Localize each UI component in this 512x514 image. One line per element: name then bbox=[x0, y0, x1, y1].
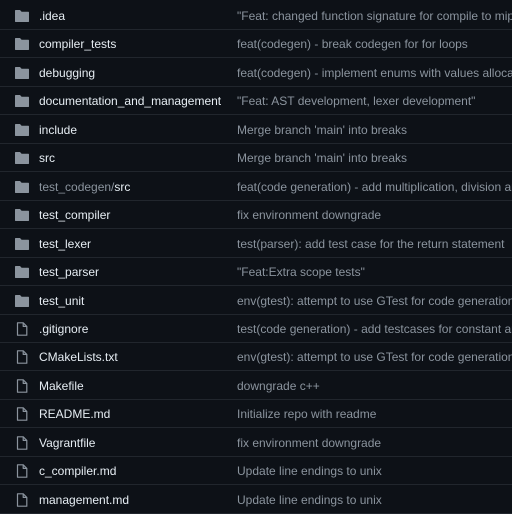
commit-message-link[interactable]: env(gtest): attempt to use GTest for cod… bbox=[237, 343, 512, 371]
folder-row[interactable]: debugging feat(codegen) - implement enums… bbox=[0, 59, 512, 87]
commit-message-link[interactable]: "Feat: AST development, lexer developmen… bbox=[237, 87, 512, 115]
folder-row[interactable]: compiler_tests feat(codegen) - break code… bbox=[0, 30, 512, 59]
file-name-link[interactable]: Makefile bbox=[39, 372, 84, 400]
folder-row[interactable]: test_parser "Feat:Extra scope tests" bbox=[0, 258, 512, 287]
file-row[interactable]: Makefile downgrade c++ bbox=[0, 372, 512, 400]
folder-row[interactable]: test_unit env(gtest): attempt to use GTes… bbox=[0, 287, 512, 315]
folder-icon bbox=[14, 208, 30, 222]
commit-message-link[interactable]: "Feat:Extra scope tests" bbox=[237, 258, 512, 286]
file-name-text: src bbox=[114, 179, 131, 194]
file-icon bbox=[14, 492, 30, 507]
folder-row[interactable]: documentation_and_management "Feat: AST d… bbox=[0, 87, 512, 116]
file-row[interactable]: c_compiler.md Update line endings to unix bbox=[0, 457, 512, 486]
file-name-prefix: test_codegen/ bbox=[39, 179, 115, 194]
file-row[interactable]: CMakeLists.txt env(gtest): attempt to use… bbox=[0, 343, 512, 372]
commit-message-link[interactable]: Merge branch 'main' into breaks bbox=[237, 116, 512, 144]
folder-icon bbox=[14, 123, 30, 137]
commit-message-link[interactable]: Update line endings to unix bbox=[237, 486, 512, 514]
file-row[interactable]: management.md Update line endings to unix bbox=[0, 486, 512, 514]
folder-icon bbox=[14, 151, 30, 165]
commit-message-link[interactable]: feat(code generation) - add multiplicati… bbox=[237, 173, 512, 201]
commit-message-link[interactable]: feat(codegen) - break codegen for for lo… bbox=[237, 30, 512, 58]
file-list: .idea "Feat: changed function signature f… bbox=[0, 0, 512, 514]
folder-icon bbox=[14, 294, 30, 308]
commit-message-link[interactable]: Merge branch 'main' into breaks bbox=[237, 144, 512, 172]
file-icon bbox=[14, 407, 30, 422]
commit-message-link[interactable]: downgrade c++ bbox=[237, 372, 512, 400]
file-icon bbox=[14, 464, 30, 478]
file-row[interactable]: README.md Initialize repo with readme bbox=[0, 400, 512, 429]
commit-message-link[interactable]: fix environment downgrade bbox=[237, 201, 512, 229]
file-icon bbox=[14, 435, 30, 450]
file-name-link[interactable]: include bbox=[39, 116, 77, 144]
folder-icon bbox=[14, 37, 30, 51]
commit-message-link[interactable]: test(code generation) - add testcases fo… bbox=[237, 315, 512, 343]
file-name-link[interactable]: .gitignore bbox=[39, 315, 88, 343]
commit-message-link[interactable]: Update line endings to unix bbox=[237, 457, 512, 485]
file-name-link[interactable]: debugging bbox=[39, 59, 95, 87]
file-name-link[interactable]: management.md bbox=[39, 486, 129, 514]
commit-message-link[interactable]: test(parser): add test case for the retu… bbox=[237, 230, 512, 258]
file-name-link[interactable]: test_unit bbox=[39, 287, 84, 315]
file-name-link[interactable]: CMakeLists.txt bbox=[39, 343, 118, 371]
commit-message-link[interactable]: Initialize repo with readme bbox=[237, 400, 512, 428]
folder-row[interactable]: test_compiler fix environment downgrade bbox=[0, 201, 512, 230]
commit-message-link[interactable]: fix environment downgrade bbox=[237, 429, 512, 457]
folder-row[interactable]: include Merge branch 'main' into breaks bbox=[0, 116, 512, 144]
file-name-link[interactable]: README.md bbox=[39, 400, 110, 428]
folder-icon bbox=[14, 237, 30, 251]
commit-message-link[interactable]: "Feat: changed function signature for co… bbox=[237, 2, 512, 30]
folder-icon bbox=[14, 66, 30, 80]
file-name-link[interactable]: test_parser bbox=[39, 258, 99, 286]
file-name-link[interactable]: c_compiler.md bbox=[39, 457, 116, 485]
folder-row[interactable]: .idea "Feat: changed function signature f… bbox=[0, 2, 512, 30]
folder-row[interactable]: src Merge branch 'main' into breaks bbox=[0, 144, 512, 173]
commit-message-link[interactable]: env(gtest): attempt to use GTest for cod… bbox=[237, 287, 512, 315]
file-icon bbox=[14, 379, 30, 393]
file-name-link[interactable]: test_codegen/src bbox=[39, 173, 130, 201]
folder-row[interactable]: test_codegen/src feat(code generation) - … bbox=[0, 173, 512, 201]
file-row[interactable]: .gitignore test(code generation) - add te… bbox=[0, 315, 512, 343]
folder-icon bbox=[14, 265, 30, 279]
file-name-link[interactable]: test_lexer bbox=[39, 230, 91, 258]
file-name-link[interactable]: .idea bbox=[39, 2, 65, 30]
folder-icon bbox=[14, 94, 30, 108]
commit-message-link[interactable]: feat(codegen) - implement enums with val… bbox=[237, 59, 512, 87]
folder-icon bbox=[14, 9, 30, 23]
file-icon bbox=[14, 322, 30, 336]
file-name-link[interactable]: test_compiler bbox=[39, 201, 110, 229]
file-icon bbox=[14, 350, 30, 365]
file-name-link[interactable]: documentation_and_management bbox=[39, 87, 221, 115]
file-name-link[interactable]: compiler_tests bbox=[39, 30, 116, 58]
folder-row[interactable]: test_lexer test(parser): add test case fo… bbox=[0, 230, 512, 258]
file-row[interactable]: Vagrantfile fix environment downgrade bbox=[0, 429, 512, 457]
file-name-link[interactable]: Vagrantfile bbox=[39, 429, 95, 457]
file-name-link[interactable]: src bbox=[39, 144, 55, 172]
folder-icon bbox=[14, 180, 30, 194]
